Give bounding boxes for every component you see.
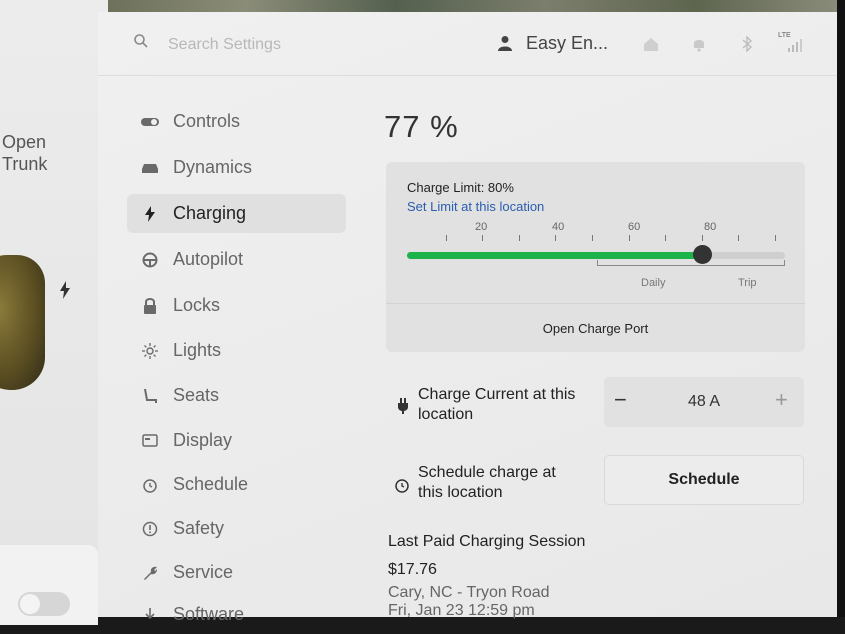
sidebar-item-label: Service (173, 562, 234, 582)
plug-icon (398, 398, 408, 414)
sidebar-item-label: Safety (173, 518, 225, 538)
alarm-clock-icon (395, 479, 409, 493)
sidebar-item-seats[interactable]: Seats (127, 376, 346, 415)
sidebar-item-service[interactable]: Service (127, 553, 346, 592)
slider-tick-label: 80 (704, 221, 717, 233)
charge-limit-handle[interactable] (692, 245, 712, 264)
daily-range-label: Daily (641, 277, 666, 289)
increase-current-button[interactable]: + (775, 387, 788, 413)
display-icon (141, 432, 159, 450)
charge-current-label: Charge Current at this location (418, 385, 575, 425)
slider-tick (555, 235, 556, 241)
sidebar-item-label: Charging (173, 203, 247, 223)
car-panel: Open Trunk (0, 0, 108, 625)
toggle-knob (20, 594, 40, 614)
car-panel-toggle[interactable] (18, 592, 70, 616)
sidebar-item-display[interactable]: Display (127, 421, 346, 460)
car-icon (141, 159, 159, 177)
schedule-charge-label: Schedule charge at this location (418, 463, 556, 503)
sidebar-item-label: Autopilot (173, 249, 244, 269)
screen-bezel (837, 0, 845, 617)
sidebar-item-safety[interactable]: Safety (127, 509, 346, 548)
sidebar-item-dynamics[interactable]: Dynamics (127, 148, 346, 187)
cellular-signal-icon: LTE (778, 32, 806, 54)
slider-tick-label: 60 (628, 221, 641, 233)
charge-current-value: 48 A (687, 393, 721, 410)
sidebar-item-label: Dynamics (173, 157, 253, 177)
slider-tick (775, 235, 776, 241)
schedule-charge-label-line1: Schedule charge at (418, 464, 556, 481)
sidebar-item-label: Controls (173, 111, 241, 131)
top-bar: Easy En... LTE (98, 12, 837, 76)
sidebar-item-schedule[interactable]: Schedule (127, 465, 346, 504)
slider-tick (446, 235, 447, 241)
user-icon[interactable] (497, 35, 513, 51)
search-icon (134, 34, 148, 48)
driver-profile-name[interactable]: Easy En... (526, 33, 608, 54)
last-session-title: Last Paid Charging Session (388, 533, 586, 550)
charge-current-label-line2: location (418, 406, 474, 423)
slider-tick (665, 235, 666, 241)
battery-percentage: 77 % (384, 109, 459, 144)
sidebar-item-label: Seats (173, 385, 220, 405)
home-icon[interactable] (643, 36, 659, 52)
sidebar-item-label: Lights (173, 340, 222, 360)
slider-tick (592, 235, 593, 241)
sidebar-item-label: Software (173, 604, 245, 624)
slider-tick-label: 20 (475, 221, 488, 233)
sidebar-item-controls[interactable]: Controls (127, 102, 346, 141)
last-session-amount: $17.76 (388, 561, 437, 578)
alert-circle-icon (141, 520, 159, 538)
open-trunk-label-line1: Open (2, 132, 47, 152)
last-session-date: Fri, Jan 23 12:59 pm (388, 602, 535, 619)
charge-limit-label: Charge Limit: 80% (407, 180, 514, 195)
open-charge-port-button[interactable]: Open Charge Port (386, 321, 805, 336)
toggle-icon (141, 113, 159, 131)
sidebar-item-label: Schedule (173, 474, 249, 494)
slider-tick-label: 40 (552, 221, 565, 233)
slider-tick (629, 235, 630, 241)
charge-limit-card: Charge Limit: 80% Set Limit at this loca… (386, 162, 805, 352)
trip-range-label: Trip (738, 277, 757, 289)
bell-icon[interactable] (692, 36, 706, 52)
lock-icon (141, 297, 159, 315)
lightning-icon (141, 205, 159, 223)
trip-range-marker (784, 260, 785, 266)
search-input[interactable] (166, 32, 370, 58)
charging-bolt-icon (60, 281, 70, 304)
car-image (0, 255, 45, 390)
charge-current-label-line1: Charge Current at this (418, 386, 576, 403)
alarm-clock-icon (141, 476, 159, 494)
bluetooth-icon[interactable] (741, 36, 753, 52)
trip-range-line (710, 265, 785, 266)
open-trunk-label-line2: Trunk (2, 154, 48, 174)
slider-tick (702, 235, 703, 241)
schedule-charge-label-line2: this location (418, 484, 503, 501)
sidebar-item-lights[interactable]: Lights (127, 331, 346, 370)
open-trunk-button[interactable]: Open Trunk (2, 131, 47, 175)
slider-tick (738, 235, 739, 241)
slider-tick (519, 235, 520, 241)
sidebar-item-software[interactable]: Software (127, 595, 346, 634)
sidebar-item-label: Locks (173, 295, 221, 315)
set-limit-link[interactable]: Set Limit at this location (407, 199, 544, 214)
seat-icon (141, 387, 159, 405)
wrench-icon (141, 564, 159, 582)
slider-tick (482, 235, 483, 241)
settings-panel: Easy En... LTE Controls D (98, 12, 837, 624)
download-icon (141, 606, 159, 624)
sidebar-item-charging[interactable]: Charging (127, 194, 346, 233)
charge-current-stepper: − 48 A + (604, 377, 804, 427)
charge-level-fill (407, 252, 702, 259)
sun-icon (141, 342, 159, 360)
daily-range-line (597, 265, 710, 266)
sidebar-item-label: Display (173, 430, 233, 450)
sidebar-item-locks[interactable]: Locks (127, 286, 346, 325)
last-session-location: Cary, NC - Tryon Road (388, 584, 550, 601)
card-divider (386, 303, 805, 304)
sidebar-item-autopilot[interactable]: Autopilot (127, 240, 346, 279)
steering-wheel-icon (141, 251, 159, 269)
schedule-button[interactable]: Schedule (604, 455, 804, 505)
